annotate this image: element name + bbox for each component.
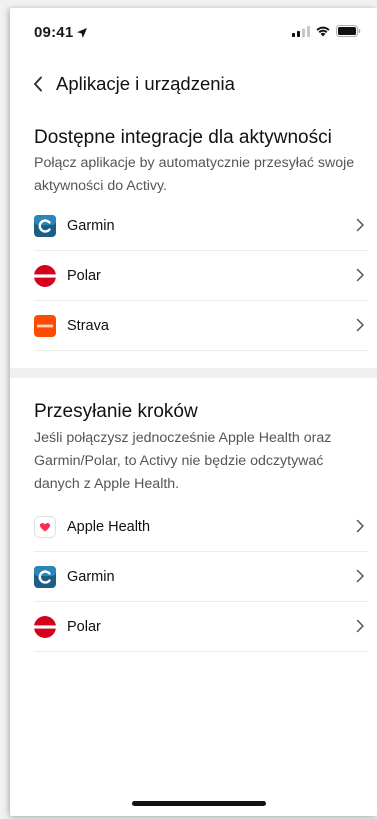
integrations-section-title: Dostępne integracje dla aktywności	[34, 127, 332, 148]
integration-item-label: Polar	[67, 267, 101, 284]
status-time-group: 09:41	[34, 24, 88, 41]
strava-icon	[34, 314, 56, 337]
battery-icon	[336, 25, 361, 37]
steps-item-apple-health[interactable]: Apple Health	[34, 502, 369, 552]
steps-item-label: Polar	[67, 618, 101, 635]
steps-list: Apple Health Garmin Polar	[34, 502, 369, 652]
cellular-signal-icon	[292, 25, 310, 37]
integrations-list: Garmin Polar Strava	[34, 201, 369, 351]
chevron-right-icon	[356, 569, 364, 583]
integration-item-garmin[interactable]: Garmin	[34, 201, 369, 251]
apple-health-icon	[34, 515, 56, 538]
status-bar: 09:41	[10, 8, 377, 52]
integration-item-strava[interactable]: Strava	[34, 301, 369, 351]
home-indicator[interactable]	[132, 801, 266, 806]
navigation-header: Aplikacje i urządzenia	[10, 64, 377, 104]
garmin-icon	[34, 565, 56, 588]
steps-item-label: Garmin	[67, 568, 115, 585]
integration-item-label: Strava	[67, 317, 109, 334]
phone-screen: 09:41 Aplikacje i urządzenia Dostępne in…	[10, 8, 377, 816]
back-button[interactable]	[28, 72, 48, 96]
location-arrow-icon	[77, 27, 88, 38]
garmin-icon	[34, 214, 56, 237]
integration-item-label: Garmin	[67, 217, 115, 234]
chevron-left-icon	[34, 76, 42, 92]
polar-icon	[34, 264, 56, 287]
integrations-section-description: Połącz aplikacje by automatycznie przesy…	[34, 155, 355, 194]
wifi-icon	[316, 26, 330, 37]
section-divider	[10, 368, 377, 378]
chevron-right-icon	[356, 519, 364, 533]
system-icons	[292, 25, 361, 37]
steps-section-description: Jeśli połączysz jednocześnie Apple Healt…	[34, 430, 332, 492]
page-title: Aplikacje i urządzenia	[56, 73, 235, 94]
chevron-right-icon	[356, 619, 364, 633]
chevron-right-icon	[356, 268, 364, 282]
chevron-right-icon	[356, 218, 364, 232]
chevron-right-icon	[356, 318, 364, 332]
steps-item-garmin[interactable]: Garmin	[34, 552, 369, 602]
status-time: 09:41	[34, 24, 74, 41]
integration-item-polar[interactable]: Polar	[34, 251, 369, 301]
steps-item-polar[interactable]: Polar	[34, 602, 369, 652]
steps-section-title: Przesyłanie kroków	[34, 401, 198, 422]
steps-item-label: Apple Health	[67, 518, 151, 535]
polar-icon	[34, 615, 56, 638]
